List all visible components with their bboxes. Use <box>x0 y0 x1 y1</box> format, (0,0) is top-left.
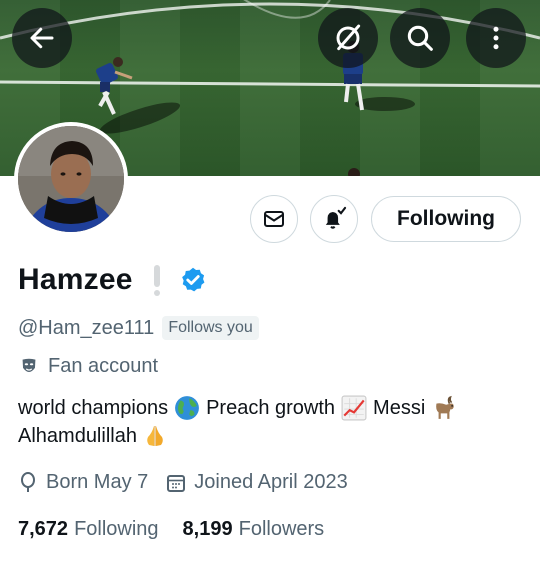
vertical-ellipsis-icon <box>493 26 499 50</box>
grok-button[interactable] <box>318 8 378 68</box>
search-icon <box>407 25 433 51</box>
message-button[interactable] <box>250 195 298 243</box>
birthday-item: Born May 7 <box>18 471 148 494</box>
followers-label: Followers <box>238 518 325 540</box>
arrow-left-icon <box>30 27 54 49</box>
avatar-image <box>18 126 124 232</box>
following-count: 7,672 <box>18 518 69 540</box>
theater-mask-icon <box>22 358 36 372</box>
avatar-photo <box>18 126 124 232</box>
followers-count-link[interactable]: 8,199 Followers <box>183 518 325 541</box>
balloon-icon <box>21 471 35 492</box>
exclamation-icon <box>151 263 163 297</box>
verified-badge-icon[interactable] <box>179 266 207 294</box>
avatar[interactable] <box>14 122 128 236</box>
bio-text-1: world champions <box>18 397 169 419</box>
back-button[interactable] <box>12 8 72 68</box>
globe-emoji-icon <box>174 395 200 421</box>
bio-text-2: Preach growth <box>206 397 336 419</box>
calendar-icon <box>167 474 186 492</box>
bell-check-icon <box>325 206 347 229</box>
category-row: Fan account <box>18 355 158 378</box>
bio-text-4: Alhamdulillah <box>18 425 137 447</box>
birthday-text: Born May 7 <box>46 471 149 493</box>
following-button[interactable]: Following <box>371 196 521 242</box>
envelope-icon <box>264 211 284 227</box>
search-button[interactable] <box>390 8 450 68</box>
profile-category: Fan account <box>48 355 159 377</box>
followers-count: 8,199 <box>182 518 233 540</box>
name-row: Hamzee <box>18 260 207 300</box>
following-count-link[interactable]: 7,672 Following <box>18 518 159 541</box>
bio-line-2: Alhamdulillah <box>18 422 528 450</box>
handle-row: @Ham_zee111 Follows you <box>18 316 259 340</box>
chart-increasing-emoji-icon <box>341 395 367 421</box>
grok-slash-circle-icon <box>336 24 361 51</box>
joined-text: Joined April 2023 <box>194 471 348 493</box>
goat-emoji-icon <box>431 395 457 421</box>
bio: world champions Preach growth Messi Alha… <box>18 394 528 450</box>
follows-you-badge: Follows you <box>162 316 259 340</box>
notifications-button[interactable] <box>310 195 358 243</box>
follow-stats: 7,672 Following 8,199 Followers <box>18 518 348 541</box>
following-label: Following <box>74 518 159 540</box>
bio-text-3: Messi <box>373 397 426 419</box>
display-name: Hamzee <box>18 263 133 296</box>
profile-meta-row: Born May 7 Joined April 2023 <box>18 471 366 494</box>
folded-hands-emoji-icon <box>143 423 167 449</box>
bio-line-1: world champions Preach growth Messi <box>18 394 528 422</box>
handle: @Ham_zee111 <box>18 316 155 339</box>
more-options-button[interactable] <box>466 8 526 68</box>
joined-item: Joined April 2023 <box>166 471 348 494</box>
